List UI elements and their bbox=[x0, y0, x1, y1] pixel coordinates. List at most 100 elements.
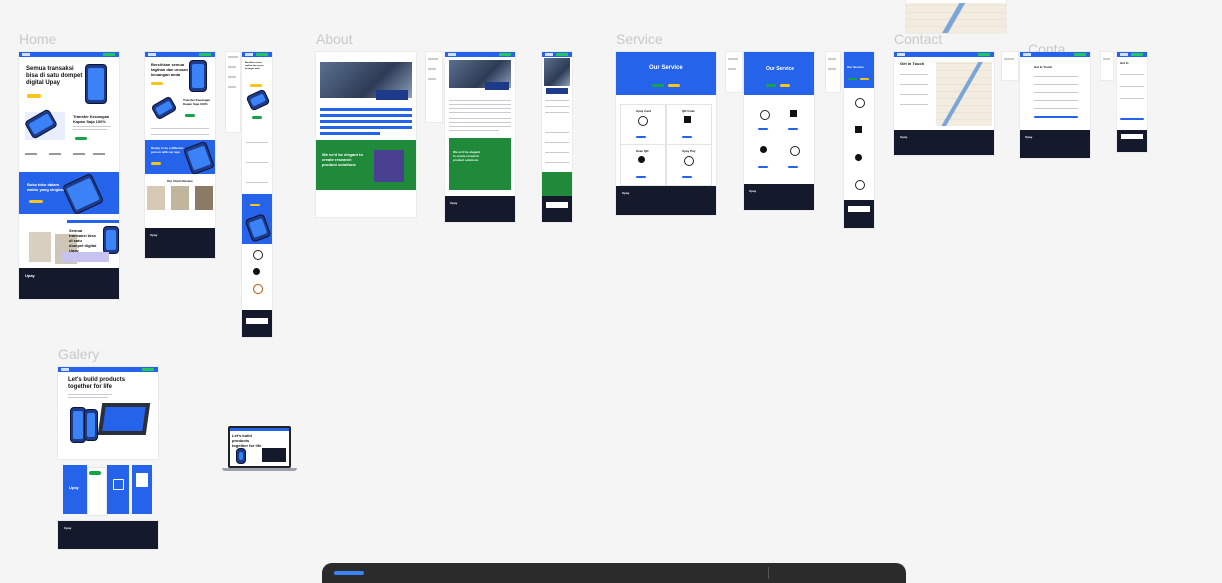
nav-bar bbox=[894, 52, 994, 57]
service-hero bbox=[744, 52, 814, 95]
transfer-button[interactable] bbox=[185, 114, 195, 117]
service-button[interactable] bbox=[652, 84, 664, 87]
team-caption bbox=[376, 90, 408, 100]
frame-contact-desktop[interactable]: Get In Touch Upay bbox=[894, 52, 994, 155]
phone-image bbox=[85, 64, 107, 104]
footer-brand: Upay bbox=[1025, 135, 1033, 139]
frame-contact-tablet-side[interactable] bbox=[1002, 52, 1018, 80]
service-button[interactable] bbox=[780, 84, 790, 87]
transfer-button[interactable] bbox=[252, 116, 262, 119]
text-line bbox=[545, 112, 569, 113]
sidebar-menu bbox=[228, 76, 236, 78]
text-line bbox=[449, 130, 499, 131]
card-button[interactable] bbox=[682, 136, 692, 138]
card-button[interactable] bbox=[636, 176, 646, 178]
contact-map[interactable] bbox=[936, 62, 992, 126]
sidebar-menu bbox=[428, 58, 438, 60]
hero-cta-button[interactable] bbox=[27, 94, 41, 98]
hero-title: Bersihkan semua tagihan dan urusan keuan… bbox=[151, 62, 188, 77]
nav-bar bbox=[145, 52, 215, 57]
text-line bbox=[246, 182, 268, 183]
frame-home-desktop[interactable]: Semua transaksi bisa di satu dompet digi… bbox=[19, 52, 119, 299]
card-button[interactable] bbox=[788, 128, 798, 130]
scan-icon bbox=[113, 479, 124, 490]
nav-bar bbox=[242, 52, 272, 57]
frame-about-mobile[interactable] bbox=[542, 52, 572, 222]
banner-button[interactable] bbox=[29, 200, 43, 203]
frame-galery-laptop[interactable]: Let's build products together for life bbox=[222, 424, 297, 472]
stat-line bbox=[73, 153, 85, 155]
client-avatar-icon bbox=[253, 284, 263, 294]
stat-line bbox=[25, 153, 37, 155]
hero-cta-button[interactable] bbox=[250, 84, 262, 87]
service-button[interactable] bbox=[766, 84, 776, 87]
toolbar-active-tool[interactable] bbox=[334, 571, 364, 575]
sidebar-menu bbox=[728, 58, 738, 60]
form-line[interactable] bbox=[1120, 98, 1144, 99]
card-button[interactable] bbox=[788, 166, 798, 168]
section-label-about[interactable]: About bbox=[316, 31, 353, 47]
frame-service-tablet[interactable]: Our Service Upay bbox=[744, 52, 814, 210]
banner-title: Buka toko dalam waktu yang singkat bbox=[27, 182, 64, 192]
form-line[interactable] bbox=[900, 84, 928, 85]
form-line[interactable] bbox=[1034, 84, 1078, 85]
frame-contact-mobile[interactable]: Get In bbox=[1117, 52, 1147, 152]
frame-about-tablet-side[interactable] bbox=[426, 52, 442, 122]
card-button[interactable] bbox=[758, 128, 768, 130]
section-label-service[interactable]: Service bbox=[616, 31, 663, 47]
frame-galery-desktop[interactable]: Let's build products together for life bbox=[58, 367, 158, 459]
form-line[interactable] bbox=[1034, 92, 1078, 93]
text-line bbox=[449, 122, 511, 123]
frame-home-mobile[interactable]: Bersihkan semua tagihan dan urusan keuan… bbox=[242, 52, 272, 337]
form-line[interactable] bbox=[1034, 76, 1078, 77]
frame-service-tablet-side[interactable] bbox=[726, 52, 742, 92]
nav-bar bbox=[1020, 52, 1090, 57]
section-label-contact[interactable]: Contact bbox=[894, 31, 942, 47]
send-button[interactable] bbox=[1120, 118, 1144, 120]
transfer-button[interactable] bbox=[75, 137, 87, 140]
text-line bbox=[545, 162, 569, 163]
text-line bbox=[545, 152, 569, 153]
highlight-bar bbox=[320, 120, 412, 123]
banner-button[interactable] bbox=[250, 204, 260, 206]
card-button[interactable] bbox=[758, 166, 768, 168]
frame-service-desktop[interactable]: Our Service Upay Card QR Code Scan QR Up… bbox=[616, 52, 716, 215]
stat-line bbox=[93, 153, 105, 155]
send-button[interactable] bbox=[1034, 116, 1078, 118]
bottom-toolbar[interactable] bbox=[322, 563, 906, 583]
client-photo bbox=[195, 186, 213, 210]
card-button[interactable] bbox=[89, 471, 101, 475]
hero-cta-button[interactable] bbox=[151, 82, 163, 85]
card-icon bbox=[760, 110, 770, 120]
frame-service-mobile-side[interactable] bbox=[826, 52, 840, 92]
frame-contact-mobile-side[interactable] bbox=[1101, 52, 1113, 80]
banner-title: Ready to be a different person with our … bbox=[151, 146, 184, 154]
form-line[interactable] bbox=[1120, 74, 1144, 75]
service-button[interactable] bbox=[848, 78, 857, 80]
frame-home-tablet[interactable]: Bersihkan semua tagihan dan urusan keuan… bbox=[145, 52, 215, 258]
frame-about-desktop[interactable]: We ne'd be elegant to create research pr… bbox=[316, 52, 416, 217]
frame-galery-footer[interactable]: Upay bbox=[58, 521, 158, 549]
form-line[interactable] bbox=[1034, 100, 1078, 101]
form-line[interactable] bbox=[900, 74, 928, 75]
section-label-home[interactable]: Home bbox=[19, 31, 56, 47]
service-button[interactable] bbox=[668, 84, 680, 87]
section-label-galery[interactable]: Galery bbox=[58, 346, 99, 362]
frame-galery-gallery[interactable]: Upay bbox=[58, 463, 158, 516]
nav-bar bbox=[19, 52, 119, 57]
frame-home-mobile-side[interactable] bbox=[226, 52, 240, 132]
card-button[interactable] bbox=[636, 136, 646, 138]
galery-title: Let's build products together for life bbox=[68, 377, 126, 390]
form-line[interactable] bbox=[1120, 86, 1144, 87]
frame-contact-tablet[interactable]: Get In Touch Upay bbox=[1020, 52, 1090, 158]
frame-service-mobile[interactable]: Our Service bbox=[844, 52, 874, 228]
text-line bbox=[151, 128, 209, 129]
banner-button[interactable] bbox=[151, 162, 161, 165]
service-button[interactable] bbox=[860, 78, 869, 80]
form-line[interactable] bbox=[900, 104, 928, 105]
form-line[interactable] bbox=[900, 94, 928, 95]
frame-about-tablet[interactable]: We ne'd be elegant to create research pr… bbox=[445, 52, 515, 222]
form-line[interactable] bbox=[1034, 108, 1078, 109]
frame-map-top[interactable] bbox=[906, 0, 1006, 33]
card-button[interactable] bbox=[682, 176, 692, 178]
